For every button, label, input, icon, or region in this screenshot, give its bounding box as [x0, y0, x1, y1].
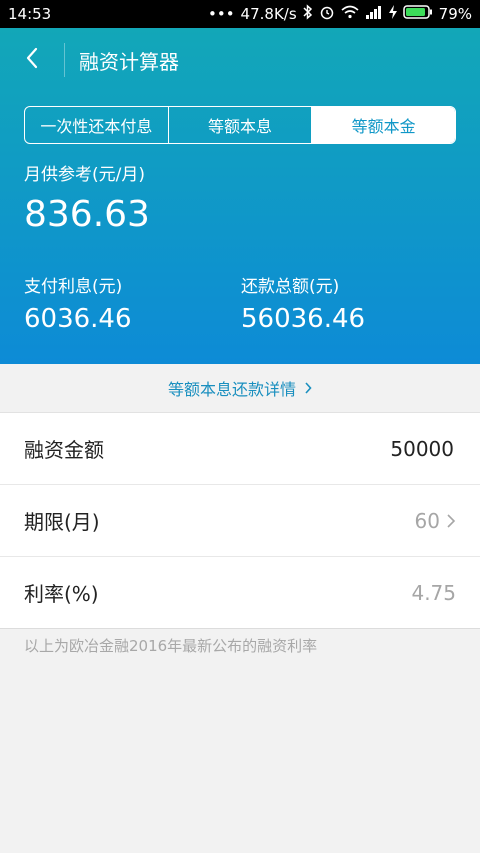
amount-input[interactable]: [272, 435, 456, 462]
signal-icon: [365, 5, 383, 23]
tab-lump-sum[interactable]: 一次性还本付息: [25, 107, 168, 143]
total-repayment-value: 56036.46: [241, 304, 366, 334]
top-bar: 融资计算器: [0, 28, 480, 92]
rate-value: 4.75: [411, 580, 456, 605]
battery-percent: 79%: [438, 5, 472, 23]
loan-form: 融资金额 期限(月) 60 利率(%) 4.75: [0, 413, 480, 629]
repayment-details-link[interactable]: 等额本息还款详情: [0, 364, 480, 413]
rate-label: 利率(%): [24, 582, 99, 606]
calculator-summary: 融资计算器 一次性还本付息 等额本息 等额本金 月供参考(元/月) 836.63…: [0, 28, 480, 364]
tab-equal-principal[interactable]: 等额本金: [311, 107, 455, 143]
repayment-type-tabs: 一次性还本付息 等额本息 等额本金: [24, 106, 456, 144]
chevron-left-icon: [25, 47, 39, 73]
rate-row[interactable]: 利率(%) 4.75: [0, 557, 480, 629]
title-divider: [64, 43, 65, 77]
term-row[interactable]: 期限(月) 60: [0, 485, 480, 557]
alarm-icon: [319, 4, 335, 24]
charging-icon: [388, 5, 397, 23]
details-link-label: 等额本息还款详情: [167, 380, 296, 399]
network-speed: 47.8K/s: [240, 5, 297, 23]
interest-label: 支付利息(元): [24, 277, 123, 297]
wifi-icon: [341, 5, 359, 23]
amount-row[interactable]: 融资金额: [0, 413, 480, 485]
battery-icon: [402, 5, 433, 23]
interest-value: 6036.46: [24, 304, 132, 334]
back-button[interactable]: [0, 28, 64, 92]
chevron-right-icon: [304, 379, 312, 398]
bluetooth-icon: [303, 4, 313, 24]
term-label: 期限(月): [24, 510, 100, 534]
amount-label: 融资金额: [24, 438, 104, 462]
monthly-payment-label: 月供参考(元/月): [24, 165, 145, 185]
tab-equal-installment[interactable]: 等额本息: [167, 107, 312, 143]
more-dots-icon: •••: [208, 5, 235, 23]
status-bar: 14:53 ••• 47.8K/s 79%: [0, 0, 480, 28]
status-time: 14:53: [8, 5, 52, 23]
rate-note: 以上为欧冶金融2016年最新公布的融资利率: [24, 637, 318, 655]
chevron-right-icon: [446, 513, 456, 529]
total-repayment-label: 还款总额(元): [241, 277, 340, 297]
monthly-payment-value: 836.63: [24, 194, 150, 235]
term-value[interactable]: 60: [415, 509, 440, 533]
page-title: 融资计算器: [79, 49, 179, 74]
status-icons: ••• 47.8K/s 79%: [208, 4, 472, 24]
